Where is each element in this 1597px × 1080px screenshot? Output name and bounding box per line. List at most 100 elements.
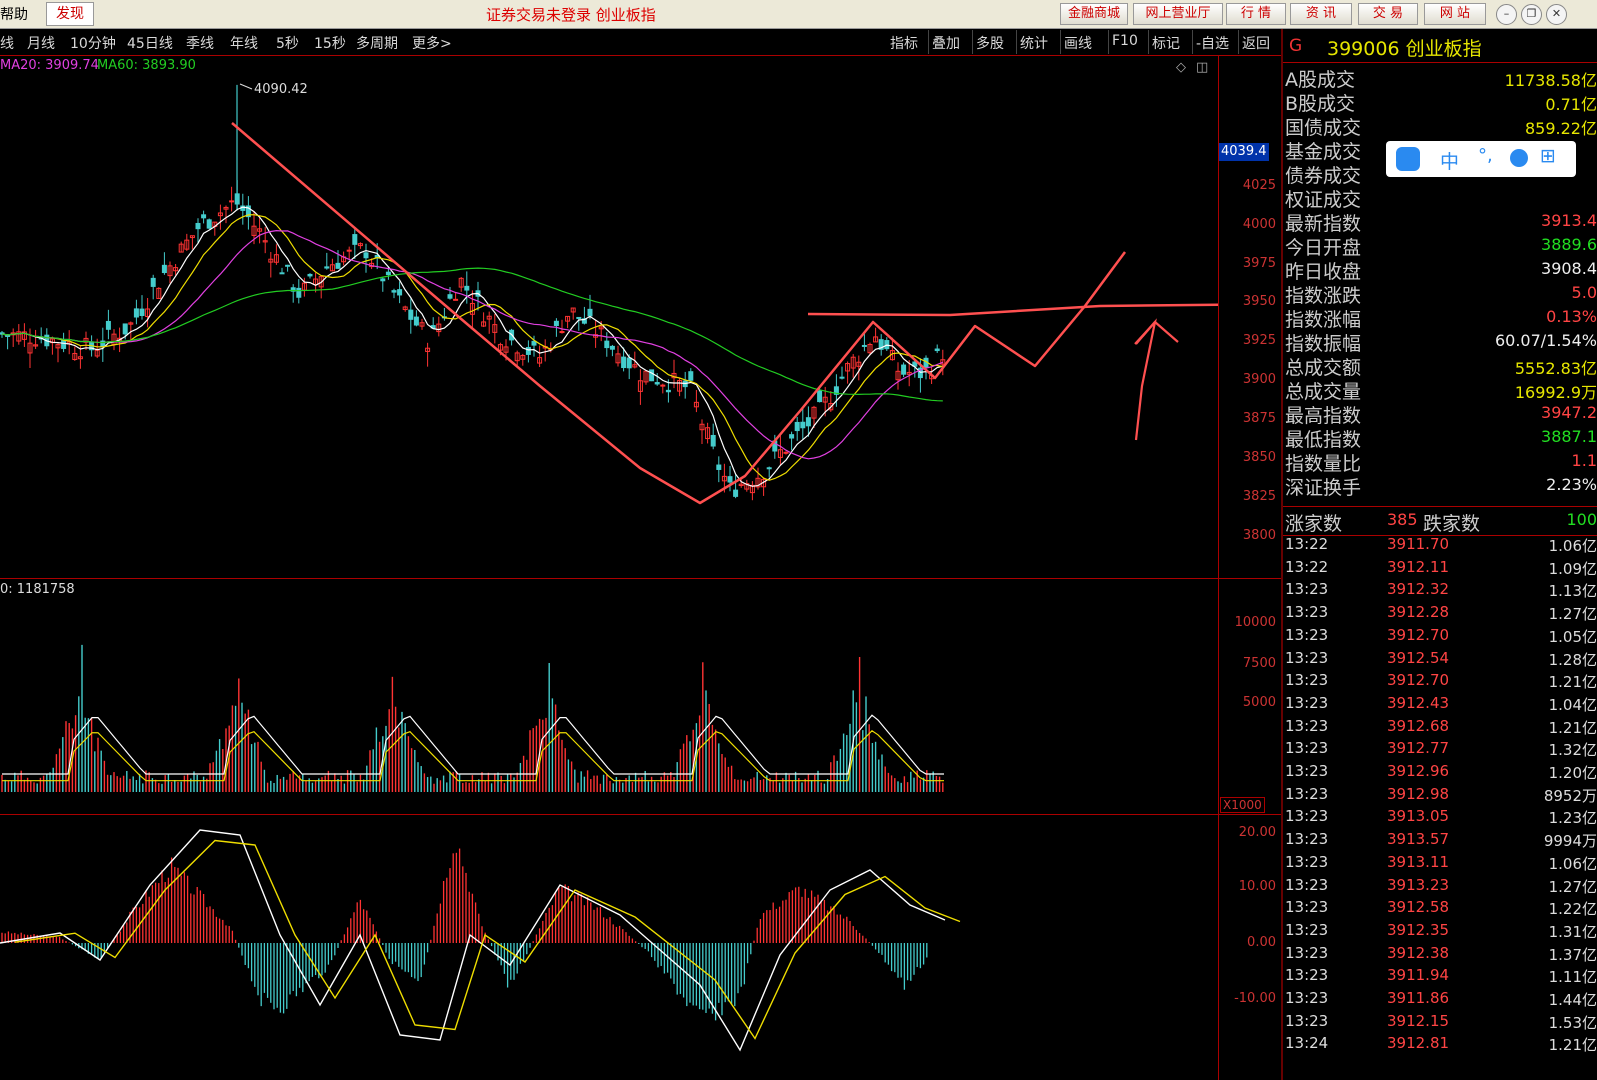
- candle-body: [352, 234, 358, 245]
- top-button-5[interactable]: 网 站: [1424, 3, 1486, 25]
- top-button-2[interactable]: 行 情: [1226, 3, 1286, 25]
- tick-time: 13:23: [1285, 671, 1329, 690]
- top-button-0[interactable]: 金融商城: [1060, 3, 1128, 25]
- tick-volume: 1.06亿: [1548, 854, 1597, 873]
- stat-value: 2.23%: [1546, 475, 1597, 494]
- tick-row: 13:23 3913.11 1.06亿: [1283, 853, 1597, 875]
- candle-body: [453, 298, 459, 301]
- toolbar-item-6[interactable]: 标记: [1152, 33, 1180, 53]
- grid-icon: ⊞: [1540, 145, 1556, 167]
- tick-volume: 1.27亿: [1548, 605, 1597, 624]
- period-item-5[interactable]: 年线: [230, 33, 258, 53]
- restore-icon[interactable]: ❐: [1521, 4, 1542, 25]
- toolbar-item-5[interactable]: F10: [1112, 33, 1138, 49]
- price-axis-tick: 3950: [1242, 294, 1276, 309]
- stat-label: 最高指数: [1285, 405, 1362, 427]
- up-label: 涨家数: [1285, 513, 1343, 535]
- period-item-0[interactable]: 线: [0, 33, 14, 53]
- period-item-7[interactable]: 15秒: [314, 33, 346, 53]
- toolbar-item-0[interactable]: 指标: [890, 33, 918, 53]
- toolbar-item-2[interactable]: 多股: [976, 33, 1004, 53]
- macd-axis-tick: 10.00: [1238, 879, 1276, 894]
- price-axis-tick: 4025: [1242, 178, 1276, 193]
- tick-price: 3912.38: [1387, 943, 1450, 962]
- candle-body: [609, 345, 615, 350]
- candle-body: [710, 434, 716, 447]
- tick-time: 13:24: [1285, 1034, 1329, 1053]
- period-item-9[interactable]: 更多>: [412, 33, 452, 53]
- stat-label: 指数涨幅: [1285, 309, 1362, 331]
- candle-body: [839, 376, 845, 379]
- price-axis-tick: 3850: [1242, 450, 1276, 465]
- window-title: 证券交易未登录 创业板指: [486, 6, 656, 24]
- candle-body: [817, 390, 823, 403]
- stat-row: 最新指数 3913.4: [1283, 209, 1597, 235]
- volume-ma-line: [2, 729, 944, 782]
- stat-row: 国债成交 859.22亿: [1283, 113, 1597, 139]
- tick-price: 3912.81: [1387, 1034, 1450, 1053]
- period-item-8[interactable]: 多周期: [356, 33, 398, 53]
- candle-body: [206, 219, 212, 229]
- macd-axis-tick: 0.00: [1247, 935, 1276, 950]
- stat-row: 今日开盘 3889.6: [1283, 233, 1597, 259]
- toolbar-item-7[interactable]: -自选: [1196, 33, 1229, 53]
- period-item-4[interactable]: 季线: [186, 33, 214, 53]
- stat-row: 昨日收盘 3908.4: [1283, 257, 1597, 283]
- tick-time: 13:22: [1285, 535, 1329, 553]
- stat-row: 最高指数 3947.2: [1283, 401, 1597, 427]
- close-icon[interactable]: ✕: [1546, 4, 1567, 25]
- tick-time: 13:23: [1285, 716, 1329, 735]
- period-item-2[interactable]: 10分钟: [70, 33, 116, 53]
- top-button-3[interactable]: 资 讯: [1290, 3, 1352, 25]
- up-count: 385: [1387, 510, 1418, 529]
- tick-row: 13:23 3912.68 1.21亿: [1283, 717, 1597, 739]
- stat-label: 昨日收盘: [1285, 261, 1362, 283]
- app-logo-icon: [1396, 147, 1420, 171]
- tick-row: 13:23 3912.43 1.04亿: [1283, 694, 1597, 716]
- peak-label: 4090.42: [254, 82, 308, 97]
- tick-price: 3913.05: [1387, 807, 1450, 826]
- stat-value: 1.1: [1571, 451, 1597, 470]
- annotation-resistance-line: [807, 303, 1218, 317]
- volume-chart[interactable]: [0, 579, 1218, 814]
- tick-price: 3911.86: [1387, 989, 1450, 1007]
- tick-price: 3912.96: [1387, 762, 1450, 780]
- tick-time: 13:23: [1285, 762, 1329, 780]
- toolbar-item-3[interactable]: 统计: [1020, 33, 1048, 53]
- candle-body: [161, 264, 167, 274]
- candle-body: [229, 200, 235, 203]
- top-button-4[interactable]: 交 易: [1358, 3, 1418, 25]
- tab-discover[interactable]: 发现: [46, 2, 94, 26]
- axis-divider: [1218, 56, 1219, 1080]
- stat-value: 0.13%: [1546, 307, 1597, 326]
- macd-chart[interactable]: [0, 815, 1218, 1080]
- toolbar-item-1[interactable]: 叠加: [932, 33, 960, 53]
- stat-label: 深证换手: [1285, 477, 1362, 499]
- top-button-1[interactable]: 网上营业厅: [1133, 3, 1223, 25]
- candle-body: [901, 364, 907, 375]
- tick-price: 3911.70: [1387, 535, 1450, 553]
- floating-input-badge[interactable]: 中 °, ⊞: [1386, 141, 1576, 177]
- candle-body: [716, 464, 722, 470]
- tick-volume: 1.44亿: [1548, 991, 1597, 1009]
- price-chart[interactable]: 4090.42: [0, 56, 1218, 578]
- period-bar: 线月线 10分钟 45日线 季线 年线 5秒 15秒 多周期 更多> 指标 叠加 多股 统计 画线 F10…: [0, 29, 1282, 56]
- tick-volume: 1.27亿: [1548, 877, 1597, 896]
- candle-body: [727, 476, 733, 483]
- toolbar-separator: [1016, 30, 1017, 54]
- toolbar-item-4[interactable]: 画线: [1064, 33, 1092, 53]
- tick-time: 13:23: [1285, 830, 1329, 849]
- tick-time: 13:23: [1285, 875, 1329, 894]
- stat-value: 60.07/1.54%: [1494, 331, 1597, 350]
- candle-body: [61, 339, 67, 349]
- down-count: 100: [1566, 510, 1597, 529]
- period-item-1[interactable]: 月线: [27, 33, 55, 53]
- toolbar-item-8[interactable]: 返回: [1242, 33, 1270, 53]
- minimize-icon[interactable]: –: [1496, 4, 1517, 25]
- menu-help[interactable]: 帮助: [0, 4, 28, 24]
- period-item-3[interactable]: 45日线: [127, 33, 173, 53]
- candle-body: [105, 320, 111, 330]
- stat-value: 0.71亿: [1545, 95, 1597, 114]
- period-item-6[interactable]: 5秒: [276, 33, 299, 53]
- stat-row: 最低指数 3887.1: [1283, 425, 1597, 451]
